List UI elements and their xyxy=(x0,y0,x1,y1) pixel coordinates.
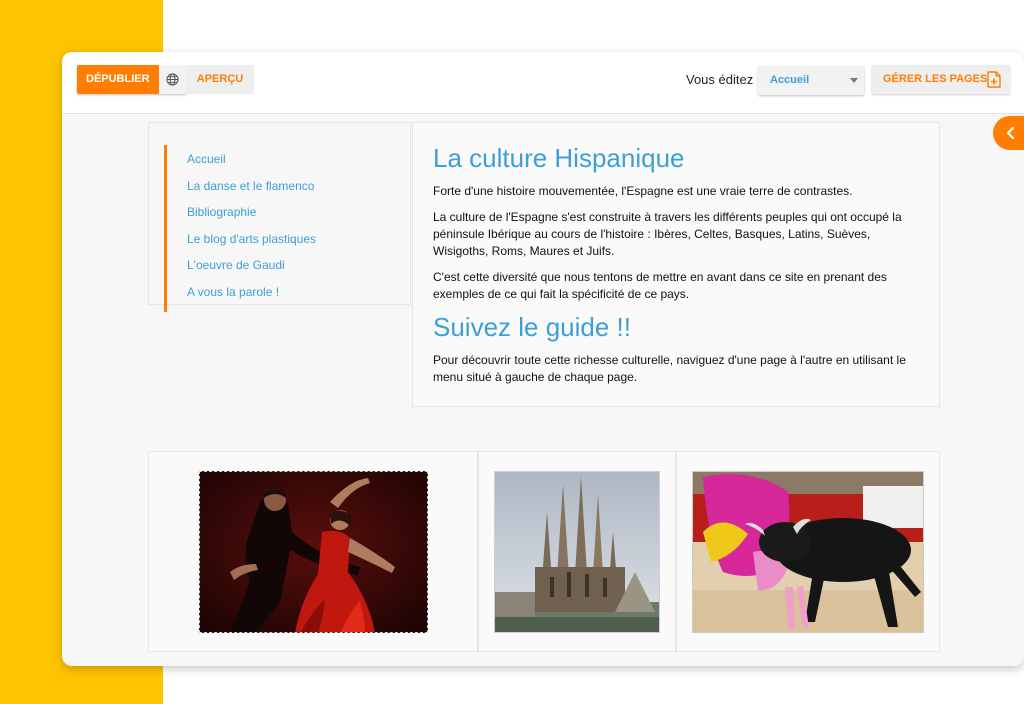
site-navigation: Accueil La danse et le flamenco Bibliogr… xyxy=(148,122,411,312)
intro-paragraph: Forte d'une histoire mouvementée, l'Espa… xyxy=(433,184,853,198)
preview-button[interactable]: APERÇU xyxy=(186,65,254,94)
nav-item-gaudi[interactable]: L'oeuvre de Gaudi xyxy=(167,255,404,282)
globe-icon[interactable] xyxy=(158,65,187,94)
page-select-value: Accueil xyxy=(770,74,810,86)
editor-toolbar: DÉPUBLIER APERÇU Vous éditez : Accueil G… xyxy=(62,52,1024,114)
nav-item-danse[interactable]: La danse et le flamenco xyxy=(167,176,404,203)
flamenco-image[interactable] xyxy=(199,471,428,633)
editor-window: DÉPUBLIER APERÇU Vous éditez : Accueil G… xyxy=(62,52,1024,666)
nav-item-accueil[interactable]: Accueil xyxy=(167,149,404,176)
diversity-paragraph: C'est cette diversité que nous tentons d… xyxy=(433,270,887,301)
manage-pages-label: GÉRER LES PAGES xyxy=(883,73,988,85)
image-cell-sagrada[interactable] xyxy=(478,451,676,652)
nav-item-blog[interactable]: Le blog d'arts plastiques xyxy=(167,229,404,256)
manage-pages-button[interactable]: GÉRER LES PAGES xyxy=(872,65,1010,94)
nav-item-parole[interactable]: A vous la parole ! xyxy=(167,282,404,309)
page-title: La culture Hispanique xyxy=(433,143,685,173)
chevron-left-icon xyxy=(1006,127,1015,139)
unpublish-button[interactable]: DÉPUBLIER xyxy=(77,65,187,94)
nav-item-bibliographie[interactable]: Bibliographie xyxy=(167,202,404,229)
image-cell-bullfight[interactable] xyxy=(676,451,940,652)
guide-paragraph: Pour découvrir toute cette richesse cult… xyxy=(433,353,906,384)
image-cell-flamenco[interactable] xyxy=(148,451,478,652)
history-paragraph: La culture de l'Espagne s'est construite… xyxy=(433,210,902,258)
nav-menu: Accueil La danse et le flamenco Bibliogr… xyxy=(164,145,404,312)
sagrada-familia-image[interactable] xyxy=(494,471,660,633)
editing-label: Vous éditez : xyxy=(686,72,761,87)
content-block[interactable]: La culture Hispanique Forte d'une histoi… xyxy=(412,122,940,407)
collapse-panel-button[interactable] xyxy=(993,116,1024,150)
add-page-icon xyxy=(987,71,1001,93)
section-title: Suivez le guide !! xyxy=(433,312,632,342)
chevron-down-icon xyxy=(850,78,858,83)
unpublish-label: DÉPUBLIER xyxy=(77,65,159,94)
page-select[interactable]: Accueil xyxy=(758,66,864,95)
bullfight-image[interactable] xyxy=(692,471,924,633)
